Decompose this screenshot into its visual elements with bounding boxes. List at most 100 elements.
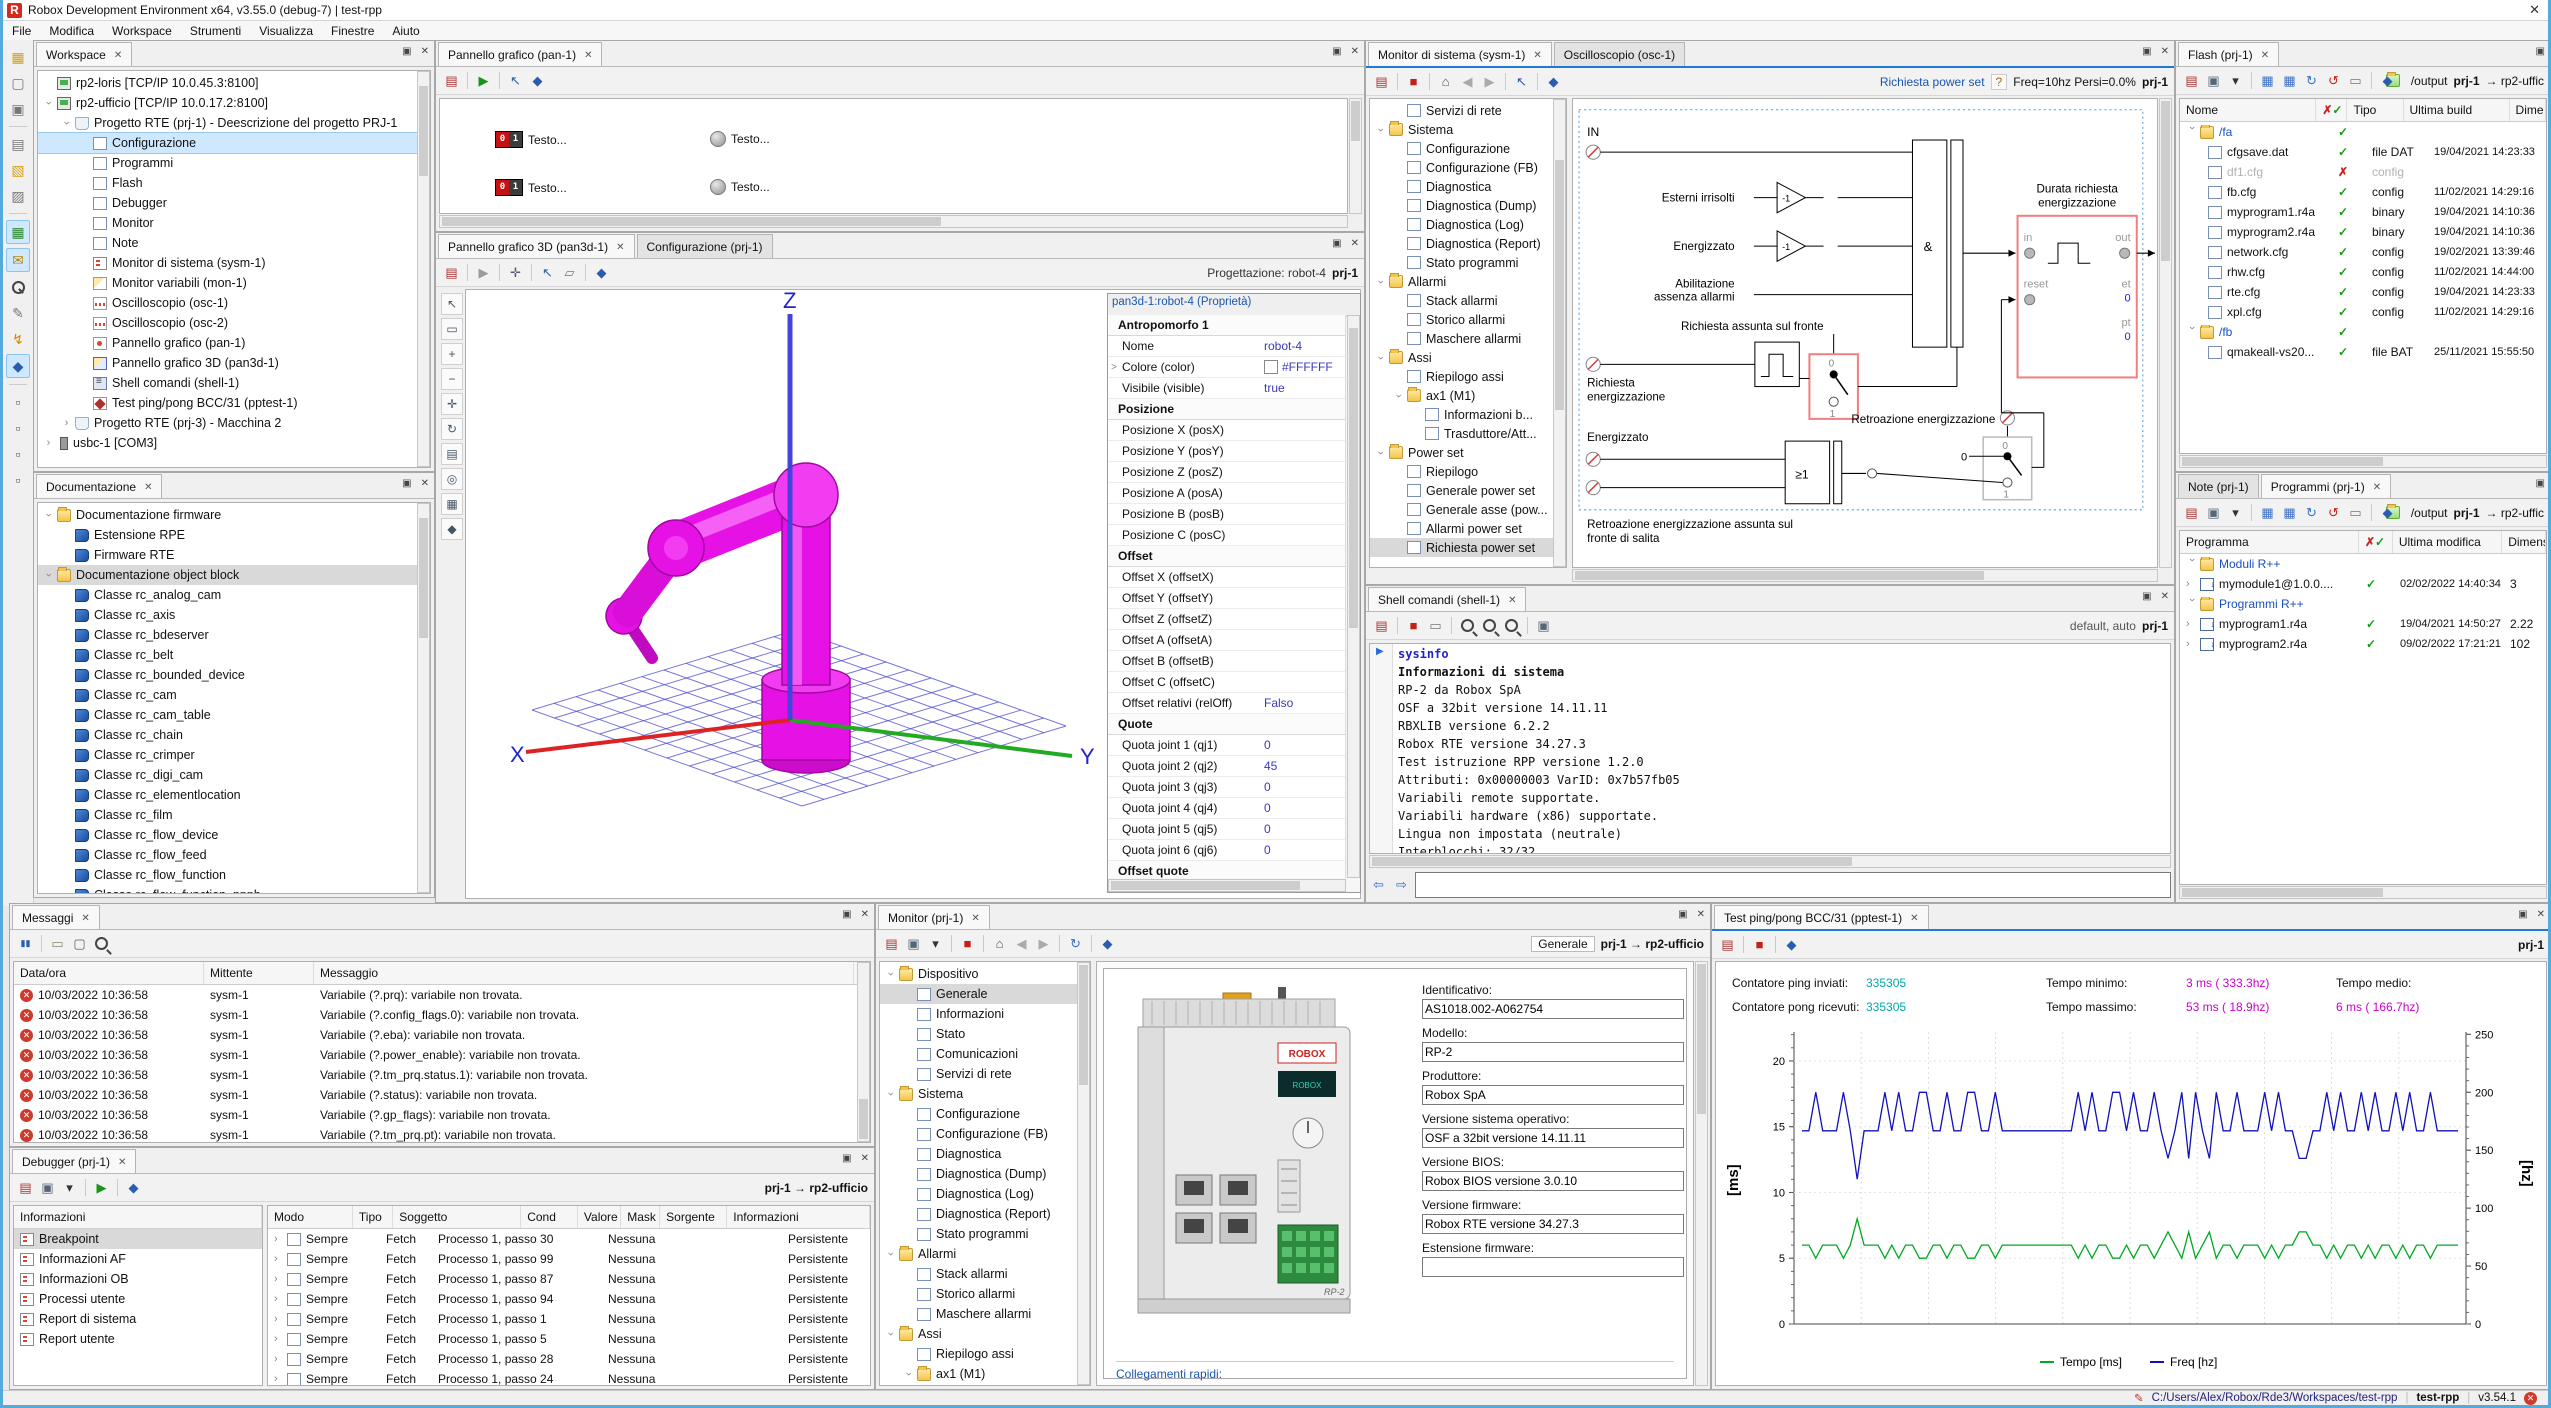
tree-item[interactable]: ›Documentazione object block [38,565,430,585]
move-icon[interactable]: ✛ [506,263,525,282]
property-row[interactable]: Offset X (offsetX) [1108,567,1345,588]
form-icon[interactable]: ▤ [882,934,901,953]
tree-item[interactable]: Classe rc_elementlocation [38,785,430,805]
tab-monitor[interactable]: Monitor (prj-1)✕ [878,905,990,929]
home-icon[interactable]: ⌂ [1436,72,1455,91]
mail-icon[interactable]: ✉ [6,248,30,272]
tab-test-pingpong[interactable]: Test ping/pong BCC/31 (pptest-1)✕ [1714,905,1929,929]
tab-pannello-grafico[interactable]: Pannello grafico (pan-1)✕ [438,42,602,66]
close-icon[interactable]: ✕ [616,242,624,253]
pointer-icon[interactable]: ↖ [538,263,557,282]
close-icon[interactable]: ✕ [1697,909,1705,920]
expander-icon[interactable]: › [1375,446,1387,459]
tree-item[interactable]: Maschere allarmi [880,1304,1090,1324]
shell-command-input[interactable] [1415,872,2171,898]
close-icon[interactable]: ✕ [861,1153,869,1164]
magicon-icon[interactable] [1458,616,1477,635]
workspace-icon[interactable]: ▦ [7,46,29,68]
expander-icon[interactable]: › [1375,351,1387,364]
float-icon[interactable]: ▣ [842,1153,851,1164]
tab-shell-comandi[interactable]: Shell comandi (shell-1)✕ [1368,587,1526,611]
scrollbar[interactable] [2159,98,2172,568]
table-row[interactable]: ›SempreFetchProcesso 1, passo 87NessunaP… [268,1269,870,1289]
table-row[interactable]: ›SempreFetchProcesso 1, passo 99NessunaP… [268,1249,870,1269]
tree-item[interactable]: Firmware RTE [38,545,430,565]
help-icon[interactable]: ◆ [441,518,463,540]
drop-icon[interactable]: ▾ [2226,503,2245,522]
print-icon[interactable]: ▤ [7,133,29,155]
tree-item[interactable]: ›ax1 (M1) [1370,386,1566,405]
table-row[interactable]: ✕10/03/2022 10:36:58sysm-1Variabile (?.t… [14,1065,870,1085]
property-row[interactable]: Offset A (offsetA) [1108,630,1345,651]
property-row[interactable]: Quota joint 2 (qj2)45 [1108,756,1345,777]
close-icon[interactable]: ✕ [861,909,869,920]
scrollbar[interactable] [439,215,1348,228]
grid-icon[interactable]: ▦ [2258,503,2277,522]
scrollbar[interactable] [1695,961,1708,1386]
table-row[interactable]: network.cfg✓config19/02/2021 13:39:46 [2180,242,2546,262]
tree-item[interactable]: Test ping/pong BCC/31 (pptest-1) [38,393,430,413]
table-row[interactable]: cfgsave.dat✓file DAT19/04/2021 14:23:33 [2180,142,2546,162]
property-row[interactable]: Posizione B (posB) [1108,504,1345,525]
tree-item[interactable]: Classe rc_cam_table [38,705,430,725]
field-input[interactable] [1422,999,1684,1019]
tree-item[interactable]: ›Progetto RTE (prj-3) - Macchina 2 [38,413,430,433]
objects-icon[interactable]: ▦ [6,220,30,244]
column-header[interactable]: Programma [2180,531,2359,553]
table-row[interactable]: ›Moduli R++ [2180,554,2546,574]
tree-item[interactable]: Stack allarmi [880,1264,1090,1284]
float-icon[interactable]: ▣ [2536,478,2545,489]
refresh-icon[interactable]: ↻ [1066,934,1085,953]
property-row[interactable]: Offset C (offsetC) [1108,672,1345,693]
property-group[interactable]: Posizione [1108,399,1345,420]
property-row[interactable]: Quota joint 1 (qj1)0 [1108,735,1345,756]
property-row[interactable]: Visibile (visible)true [1108,378,1345,399]
debugger-info-item[interactable]: Report di sistema [14,1309,262,1329]
undo-icon[interactable]: ↺ [2324,71,2343,90]
column-header[interactable]: Mittente [204,962,314,984]
table-row[interactable]: fb.cfg✓config11/02/2021 14:29:16 [2180,182,2546,202]
property-row[interactable]: Posizione X (posX) [1108,420,1345,441]
tree-item[interactable]: Servizi di rete [880,1064,1090,1084]
table-row[interactable]: ✕10/03/2022 10:36:58sysm-1Variabile (?.t… [14,1125,870,1143]
camera-icon[interactable]: ◎ [441,468,463,490]
float-icon[interactable]: ▣ [842,909,851,920]
stop-icon[interactable]: ■ [1404,72,1423,91]
run-icon[interactable]: ▶ [474,71,493,90]
pause-icon[interactable]: ▮▮ [16,934,35,953]
property-row[interactable]: Posizione Z (posZ) [1108,462,1345,483]
scrollbar[interactable] [417,503,430,893]
column-header[interactable]: Ultima build [2404,99,2510,121]
tree-item[interactable]: ›rp2-ufficio [TCP/IP 10.0.17.2:8100] [38,93,430,113]
panel-widget-toggle[interactable]: 01Testo... [495,179,567,196]
table-row[interactable]: ✕10/03/2022 10:36:58sysm-1Variabile (?.p… [14,985,870,1005]
close-icon[interactable]: ✕ [1910,913,1918,924]
float-icon[interactable]: ▣ [2142,591,2151,602]
window-split-icon[interactable]: ▫ [7,417,29,439]
close-icon[interactable]: ✕ [1351,46,1359,57]
copy-icon[interactable]: ▣ [38,1178,57,1197]
scrollbar[interactable] [1553,99,1566,567]
tree-item[interactable]: Storico allarmi [1370,310,1566,329]
scrollbar[interactable] [1572,569,2158,582]
home-icon[interactable]: ⌂ [990,934,1009,953]
hand-icon[interactable]: ▭ [1426,616,1445,635]
tree-item[interactable]: Classe rc_chain [38,725,430,745]
column-header[interactable]: Tipo [353,1206,393,1228]
tree-item[interactable]: Diagnostica [1370,177,1566,196]
back-icon[interactable]: ◀ [1012,934,1031,953]
tree-item[interactable]: Diagnostica (Dump) [880,1164,1090,1184]
tree-item[interactable]: Diagnostica [880,1144,1090,1164]
property-row[interactable]: Offset Y (offsetY) [1108,588,1345,609]
debugger-info-item[interactable]: Processi utente [14,1289,262,1309]
tab-flash[interactable]: Flash (prj-1)✕ [2178,42,2279,66]
expander-icon[interactable]: › [43,97,55,110]
tree-item[interactable]: Classe rc_crimper [38,745,430,765]
tab-note[interactable]: Note (prj-1) [2178,474,2259,498]
property-row[interactable]: >Colore (color)#FFFFFF [1108,357,1345,378]
tree-item[interactable]: Pannello grafico 3D (pan3d-1) [38,353,430,373]
expander-icon[interactable]: › [885,968,897,981]
tree-item[interactable]: Classe rc_film [38,805,430,825]
tree-item[interactable]: Classe rc_digi_cam [38,765,430,785]
tree-item[interactable]: Flash [38,173,430,193]
